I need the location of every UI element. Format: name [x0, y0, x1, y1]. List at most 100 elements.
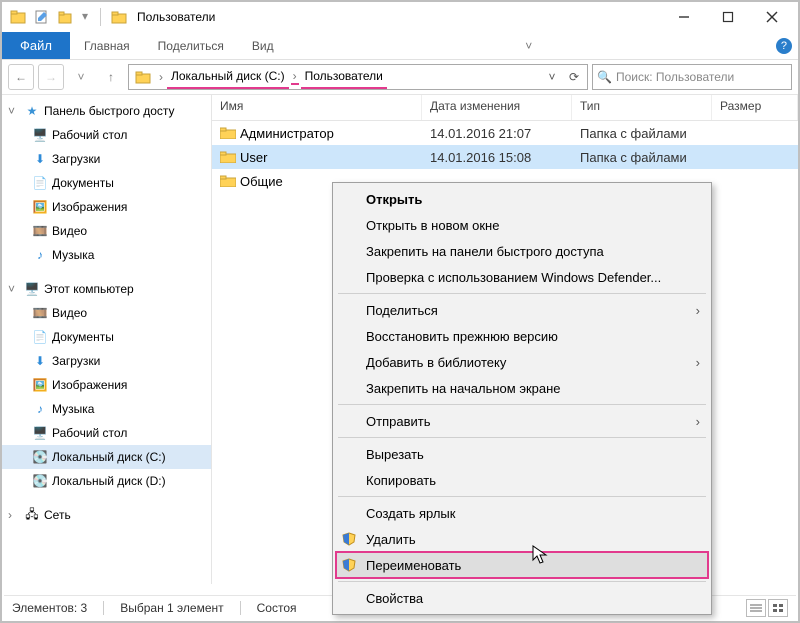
- col-size[interactable]: Размер: [712, 95, 798, 120]
- shield-icon: [342, 532, 356, 546]
- nav-pc-downloads[interactable]: ⬇Загрузки: [2, 349, 211, 373]
- context-menu: Открыть Открыть в новом окне Закрепить н…: [332, 182, 712, 615]
- address-dropdown-icon[interactable]: ˅: [541, 70, 563, 84]
- nav-this-pc[interactable]: ˅🖥️ Этот компьютер: [2, 277, 211, 301]
- ctx-create-shortcut[interactable]: Создать ярлык: [336, 500, 708, 526]
- drive-icon: 💽: [32, 450, 48, 464]
- nav-pc-pictures[interactable]: 🖼️Изображения: [2, 373, 211, 397]
- status-item-count: Элементов: 3: [12, 601, 87, 615]
- search-icon: 🔍: [597, 70, 612, 84]
- ctx-separator: [338, 437, 706, 438]
- ctx-separator: [338, 581, 706, 582]
- address-bar[interactable]: › Локальный диск (C:) › Пользователи ˅ ⟳: [128, 64, 588, 90]
- nav-network[interactable]: ›🖧 Сеть: [2, 503, 211, 527]
- status-state: Состоя: [257, 601, 297, 615]
- search-placeholder: Поиск: Пользователи: [616, 70, 734, 84]
- nav-quick-access[interactable]: ˅★ Панель быстрого досту: [2, 99, 211, 123]
- col-name[interactable]: Имя: [212, 95, 422, 120]
- document-icon: 📄: [32, 330, 48, 344]
- nav-pc-music[interactable]: ♪Музыка: [2, 397, 211, 421]
- nav-pc-drive-d[interactable]: 💽Локальный диск (D:): [2, 469, 211, 493]
- view-large-icon[interactable]: [768, 599, 788, 617]
- col-date[interactable]: Дата изменения: [422, 95, 572, 120]
- ctx-add-library[interactable]: Добавить в библиотеку›: [336, 349, 708, 375]
- maximize-button[interactable]: [706, 3, 750, 31]
- properties-icon[interactable]: [34, 9, 50, 25]
- pictures-icon: 🖼️: [32, 200, 48, 214]
- navigation-pane: ˅★ Панель быстрого досту 🖥️Рабочий стол …: [2, 95, 212, 584]
- new-folder-icon[interactable]: [58, 9, 74, 25]
- ctx-open[interactable]: Открыть: [336, 186, 708, 212]
- col-type[interactable]: Тип: [572, 95, 712, 120]
- ctx-pin-quick-access[interactable]: Закрепить на панели быстрого доступа: [336, 238, 708, 264]
- title-folder-icon: [111, 9, 127, 25]
- ctx-cut[interactable]: Вырезать: [336, 441, 708, 467]
- ctx-separator: [338, 404, 706, 405]
- ctx-share[interactable]: Поделиться›: [336, 297, 708, 323]
- document-icon: 📄: [32, 176, 48, 190]
- nav-recent-button[interactable]: ˅: [68, 64, 94, 90]
- nav-pictures[interactable]: 🖼️Изображения: [2, 195, 211, 219]
- tab-share[interactable]: Поделиться: [144, 32, 238, 59]
- tab-file[interactable]: Файл: [2, 32, 70, 59]
- nav-music[interactable]: ♪Музыка: [2, 243, 211, 267]
- breadcrumb-users[interactable]: Пользователи: [301, 65, 387, 89]
- ctx-open-new-window[interactable]: Открыть в новом окне: [336, 212, 708, 238]
- address-row: ← → ˅ ↑ › Локальный диск (C:) › Пользова…: [2, 60, 798, 94]
- folder-icon: [220, 151, 236, 163]
- close-button[interactable]: [750, 3, 794, 31]
- star-icon: ★: [24, 104, 40, 118]
- nav-documents[interactable]: 📄Документы: [2, 171, 211, 195]
- network-icon: 🖧: [24, 505, 40, 526]
- ctx-separator: [338, 496, 706, 497]
- quickaccess-dropdown-icon[interactable]: ▾: [82, 9, 92, 25]
- nav-pc-drive-c[interactable]: 💽Локальный диск (C:): [2, 445, 211, 469]
- ctx-rename[interactable]: Переименовать: [336, 552, 708, 578]
- drive-icon: 💽: [32, 474, 48, 488]
- shield-icon: [342, 558, 356, 572]
- nav-downloads[interactable]: ⬇Загрузки: [2, 147, 211, 171]
- nav-back-button[interactable]: ←: [8, 64, 34, 90]
- ctx-pin-start[interactable]: Закрепить на начальном экране: [336, 375, 708, 401]
- ribbon-collapse-icon[interactable]: ˅: [515, 32, 543, 59]
- chevron-right-icon: ›: [696, 414, 700, 429]
- nav-videos[interactable]: 🎞️Видео: [2, 219, 211, 243]
- nav-pc-videos[interactable]: 🎞️Видео: [2, 301, 211, 325]
- download-icon: ⬇: [32, 152, 48, 166]
- titlebar-divider: [100, 8, 101, 26]
- ctx-delete[interactable]: Удалить: [336, 526, 708, 552]
- download-icon: ⬇: [32, 354, 48, 368]
- search-input[interactable]: 🔍 Поиск: Пользователи: [592, 64, 792, 90]
- video-icon: 🎞️: [32, 306, 48, 320]
- chevron-right-icon[interactable]: ›: [291, 69, 299, 85]
- refresh-icon[interactable]: ⟳: [563, 70, 585, 84]
- file-row-selected[interactable]: User 14.01.2016 15:08 Папка с файлами: [212, 145, 798, 169]
- breadcrumb-c-drive[interactable]: Локальный диск (C:): [167, 65, 289, 89]
- tab-view[interactable]: Вид: [238, 32, 288, 59]
- pictures-icon: 🖼️: [32, 378, 48, 392]
- ctx-restore-previous[interactable]: Восстановить прежнюю версию: [336, 323, 708, 349]
- ctx-send-to[interactable]: Отправить›: [336, 408, 708, 434]
- nav-pc-desktop[interactable]: 🖥️Рабочий стол: [2, 421, 211, 445]
- pc-icon: 🖥️: [24, 282, 40, 296]
- desktop-icon: 🖥️: [32, 128, 48, 142]
- breadcrumb-folder-icon: [131, 65, 155, 89]
- nav-desktop[interactable]: 🖥️Рабочий стол: [2, 123, 211, 147]
- nav-up-button[interactable]: ↑: [98, 64, 124, 90]
- minimize-button[interactable]: [662, 3, 706, 31]
- file-row[interactable]: Администратор 14.01.2016 21:07 Папка с ф…: [212, 121, 798, 145]
- ctx-copy[interactable]: Копировать: [336, 467, 708, 493]
- help-button[interactable]: ?: [770, 32, 798, 59]
- ctx-separator: [338, 293, 706, 294]
- nav-pc-documents[interactable]: 📄Документы: [2, 325, 211, 349]
- column-headers: Имя Дата изменения Тип Размер: [212, 95, 798, 121]
- ctx-defender-scan[interactable]: Проверка с использованием Windows Defend…: [336, 264, 708, 290]
- chevron-right-icon[interactable]: ›: [157, 70, 165, 84]
- ctx-properties[interactable]: Свойства: [336, 585, 708, 611]
- nav-forward-button[interactable]: →: [38, 64, 64, 90]
- chevron-right-icon: ›: [696, 303, 700, 318]
- tab-home[interactable]: Главная: [70, 32, 144, 59]
- titlebar: ▾ Пользователи: [2, 2, 798, 32]
- view-details-icon[interactable]: [746, 599, 766, 617]
- video-icon: 🎞️: [32, 224, 48, 238]
